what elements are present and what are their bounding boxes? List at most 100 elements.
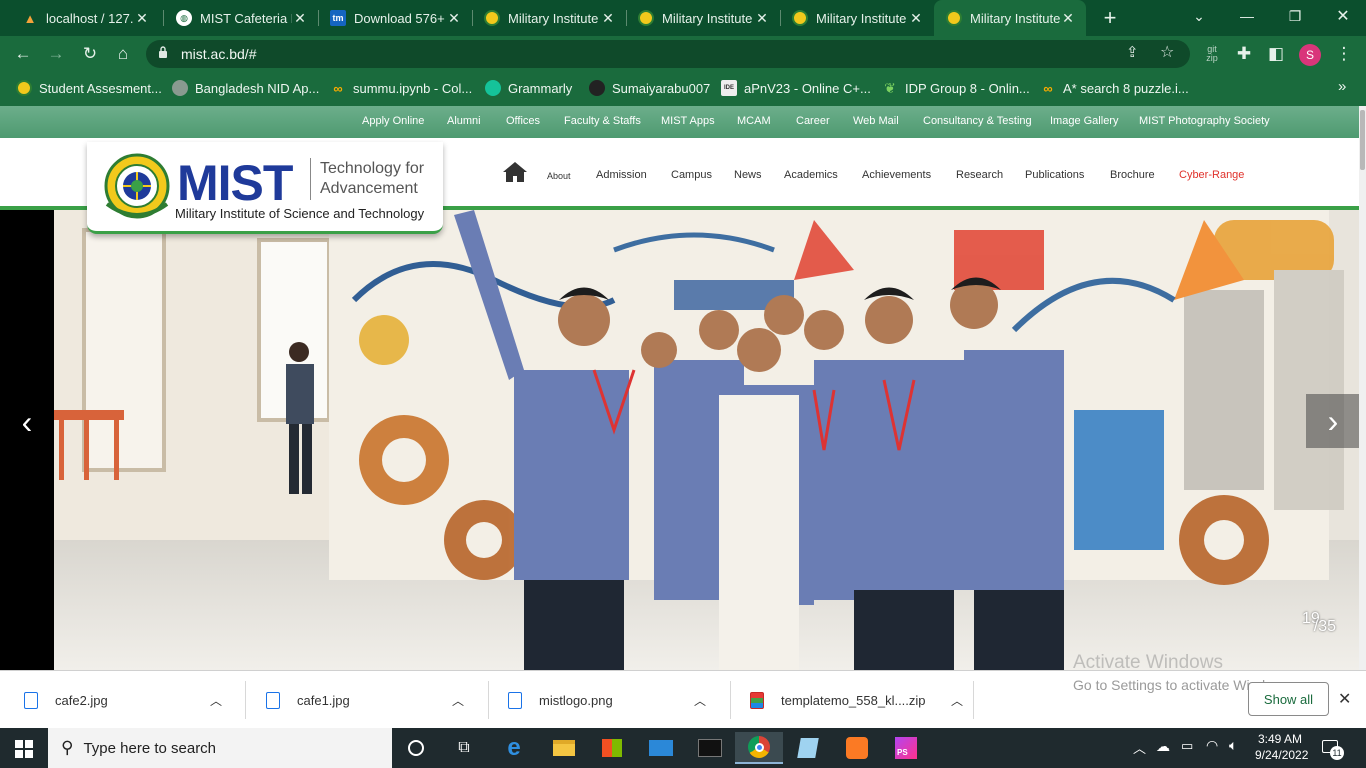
nav-admission[interactable]: Admission bbox=[596, 169, 647, 181]
notepad-icon[interactable] bbox=[784, 732, 832, 764]
download-item[interactable]: cafe1.jpg ︿ bbox=[266, 671, 464, 729]
close-icon[interactable]: ✕ bbox=[1338, 689, 1351, 709]
bookmark-item[interactable]: Sumaiyarabu007 bbox=[589, 80, 710, 96]
nav-brochure[interactable]: Brochure bbox=[1110, 169, 1155, 181]
chrome-icon[interactable] bbox=[735, 732, 783, 764]
next-slide-icon[interactable]: › bbox=[1306, 394, 1360, 448]
mail-icon[interactable] bbox=[637, 732, 685, 764]
close-icon[interactable]: ✕ bbox=[754, 10, 770, 27]
show-hidden-icons[interactable]: ︿ bbox=[1133, 738, 1146, 757]
show-all-button[interactable]: Show all bbox=[1248, 682, 1329, 716]
bookmark-item[interactable]: ∞ A* search 8 puzzle.i... bbox=[1040, 80, 1189, 96]
nav-about[interactable]: About bbox=[547, 171, 571, 181]
close-icon[interactable]: ✕ bbox=[600, 10, 616, 27]
profile-avatar[interactable]: S bbox=[1299, 44, 1321, 66]
xampp-icon[interactable] bbox=[833, 732, 881, 764]
close-icon[interactable]: ✕ bbox=[908, 10, 924, 27]
bookmark-star-icon[interactable]: ☆ bbox=[1160, 42, 1174, 62]
top-link[interactable]: Image Gallery bbox=[1050, 115, 1118, 127]
onedrive-icon[interactable]: ☁ bbox=[1156, 738, 1170, 755]
windows-start-icon[interactable] bbox=[15, 740, 33, 758]
nav-research[interactable]: Research bbox=[956, 169, 1003, 181]
close-icon[interactable]: ✕ bbox=[1060, 10, 1076, 27]
reload-icon[interactable]: ↻ bbox=[76, 40, 104, 68]
top-link[interactable]: MIST Photography Society bbox=[1139, 115, 1270, 127]
bookmark-item[interactable]: IDE aPnV23 - Online C+... bbox=[721, 80, 871, 96]
top-link[interactable]: Apply Online bbox=[362, 115, 424, 127]
bookmark-item[interactable]: ∞ summu.ipynb - Col... bbox=[330, 80, 472, 96]
menu-kebab-icon[interactable]: ⋮ bbox=[1330, 40, 1358, 68]
side-panel-icon[interactable]: ◧ bbox=[1262, 40, 1290, 68]
top-link[interactable]: Consultancy & Testing bbox=[923, 115, 1032, 127]
address-bar[interactable]: mist.ac.bd/# ⇪ ☆ bbox=[146, 40, 1190, 68]
more-bookmarks-button[interactable]: » bbox=[1338, 78, 1346, 95]
top-link[interactable]: Offices bbox=[506, 115, 540, 127]
top-link[interactable]: Faculty & Staffs bbox=[564, 115, 641, 127]
close-icon[interactable]: ✕ bbox=[446, 10, 462, 27]
tab-search-icon[interactable]: ⌄ bbox=[1176, 0, 1222, 32]
browser-tab[interactable]: ◍ MIST Cafeteria M ✕ bbox=[164, 0, 318, 36]
top-link[interactable]: Web Mail bbox=[853, 115, 899, 127]
top-link[interactable]: MIST Apps bbox=[661, 115, 715, 127]
activate-windows-title: Activate Windows bbox=[1073, 652, 1223, 673]
home-icon[interactable]: ⌂ bbox=[109, 40, 137, 68]
cortana-icon[interactable] bbox=[392, 732, 440, 764]
browser-tab[interactable]: Military Institute ✕ bbox=[472, 0, 626, 36]
download-item[interactable]: templatemo_558_kl....zip ︿ bbox=[750, 671, 963, 729]
browser-tab[interactable]: tm Download 576+ ✕ bbox=[318, 0, 472, 36]
notifications-icon[interactable]: 11 bbox=[1322, 738, 1344, 760]
nav-academics[interactable]: Academics bbox=[784, 169, 838, 181]
clock[interactable]: 3:49 AM 9/24/2022 bbox=[1255, 731, 1308, 763]
top-link[interactable]: Career bbox=[796, 115, 830, 127]
bookmark-item[interactable]: Student Assesment... bbox=[16, 80, 162, 96]
file-explorer-icon[interactable] bbox=[540, 732, 588, 764]
bookmark-item[interactable]: Bangladesh NID Ap... bbox=[172, 80, 319, 96]
site-logo[interactable]: MIST Technology for Advancement Military… bbox=[87, 142, 443, 234]
top-link[interactable]: MCAM bbox=[737, 115, 771, 127]
store-icon[interactable] bbox=[588, 732, 636, 764]
forward-icon[interactable]: → bbox=[42, 40, 70, 68]
top-link[interactable]: Alumni bbox=[447, 115, 481, 127]
wifi-icon[interactable]: ◠ bbox=[1206, 737, 1218, 754]
close-icon[interactable]: ✕ bbox=[292, 10, 308, 27]
chevron-up-icon[interactable]: ︿ bbox=[694, 692, 706, 709]
mist-logo-icon bbox=[484, 10, 500, 26]
browser-tab[interactable]: Military Institute ✕ bbox=[780, 0, 934, 36]
volume-icon[interactable]: 🔈︎ bbox=[1229, 737, 1237, 754]
new-tab-button[interactable]: + bbox=[1098, 6, 1122, 30]
prev-slide-icon[interactable]: ‹ bbox=[10, 400, 44, 444]
phpstorm-icon[interactable]: PS bbox=[882, 732, 930, 764]
close-window-icon[interactable]: ✕ bbox=[1320, 0, 1366, 32]
close-icon[interactable]: ✕ bbox=[134, 10, 150, 27]
browser-tab[interactable]: Military Institute ✕ bbox=[626, 0, 780, 36]
extensions-icon[interactable]: ✚ bbox=[1230, 40, 1258, 68]
chevron-up-icon[interactable]: ︿ bbox=[210, 692, 222, 709]
task-view-icon[interactable]: ⧉ bbox=[440, 732, 488, 764]
bookmark-label: A* search 8 puzzle.i... bbox=[1063, 80, 1189, 96]
home-nav-icon[interactable] bbox=[502, 161, 528, 183]
share-icon[interactable]: ⇪ bbox=[1126, 43, 1139, 61]
taskbar-search[interactable]: ⚲ Type here to search bbox=[48, 728, 392, 768]
terminal-icon[interactable] bbox=[686, 732, 734, 764]
back-icon[interactable]: ← bbox=[9, 40, 37, 68]
edge-icon[interactable]: e bbox=[490, 732, 538, 764]
page-scrollbar[interactable] bbox=[1359, 106, 1366, 670]
bookmark-item[interactable]: ❦ IDP Group 8 - Onlin... bbox=[882, 80, 1030, 96]
download-item[interactable]: mistlogo.png ︿ bbox=[508, 671, 706, 729]
nav-news[interactable]: News bbox=[734, 169, 762, 181]
nav-cyber-range[interactable]: Cyber-Range bbox=[1179, 169, 1244, 181]
nav-publications[interactable]: Publications bbox=[1025, 169, 1084, 181]
gitzip-icon[interactable]: git zip bbox=[1198, 40, 1226, 68]
nav-campus[interactable]: Campus bbox=[671, 169, 712, 181]
chevron-up-icon[interactable]: ︿ bbox=[951, 692, 963, 709]
browser-tab[interactable]: ▲ localhost / 127.0 ✕ bbox=[10, 0, 160, 36]
scrollbar-thumb[interactable] bbox=[1360, 110, 1365, 170]
nav-achievements[interactable]: Achievements bbox=[862, 169, 931, 181]
minimize-icon[interactable]: — bbox=[1224, 0, 1270, 32]
chevron-up-icon[interactable]: ︿ bbox=[452, 692, 464, 709]
battery-icon[interactable]: ▭ bbox=[1181, 738, 1193, 754]
download-item[interactable]: cafe2.jpg ︿ bbox=[24, 671, 222, 729]
restore-icon[interactable]: ❐ bbox=[1272, 0, 1318, 32]
bookmark-item[interactable]: Grammarly bbox=[485, 80, 572, 96]
browser-tab-active[interactable]: Military Institute ✕ bbox=[934, 0, 1086, 36]
